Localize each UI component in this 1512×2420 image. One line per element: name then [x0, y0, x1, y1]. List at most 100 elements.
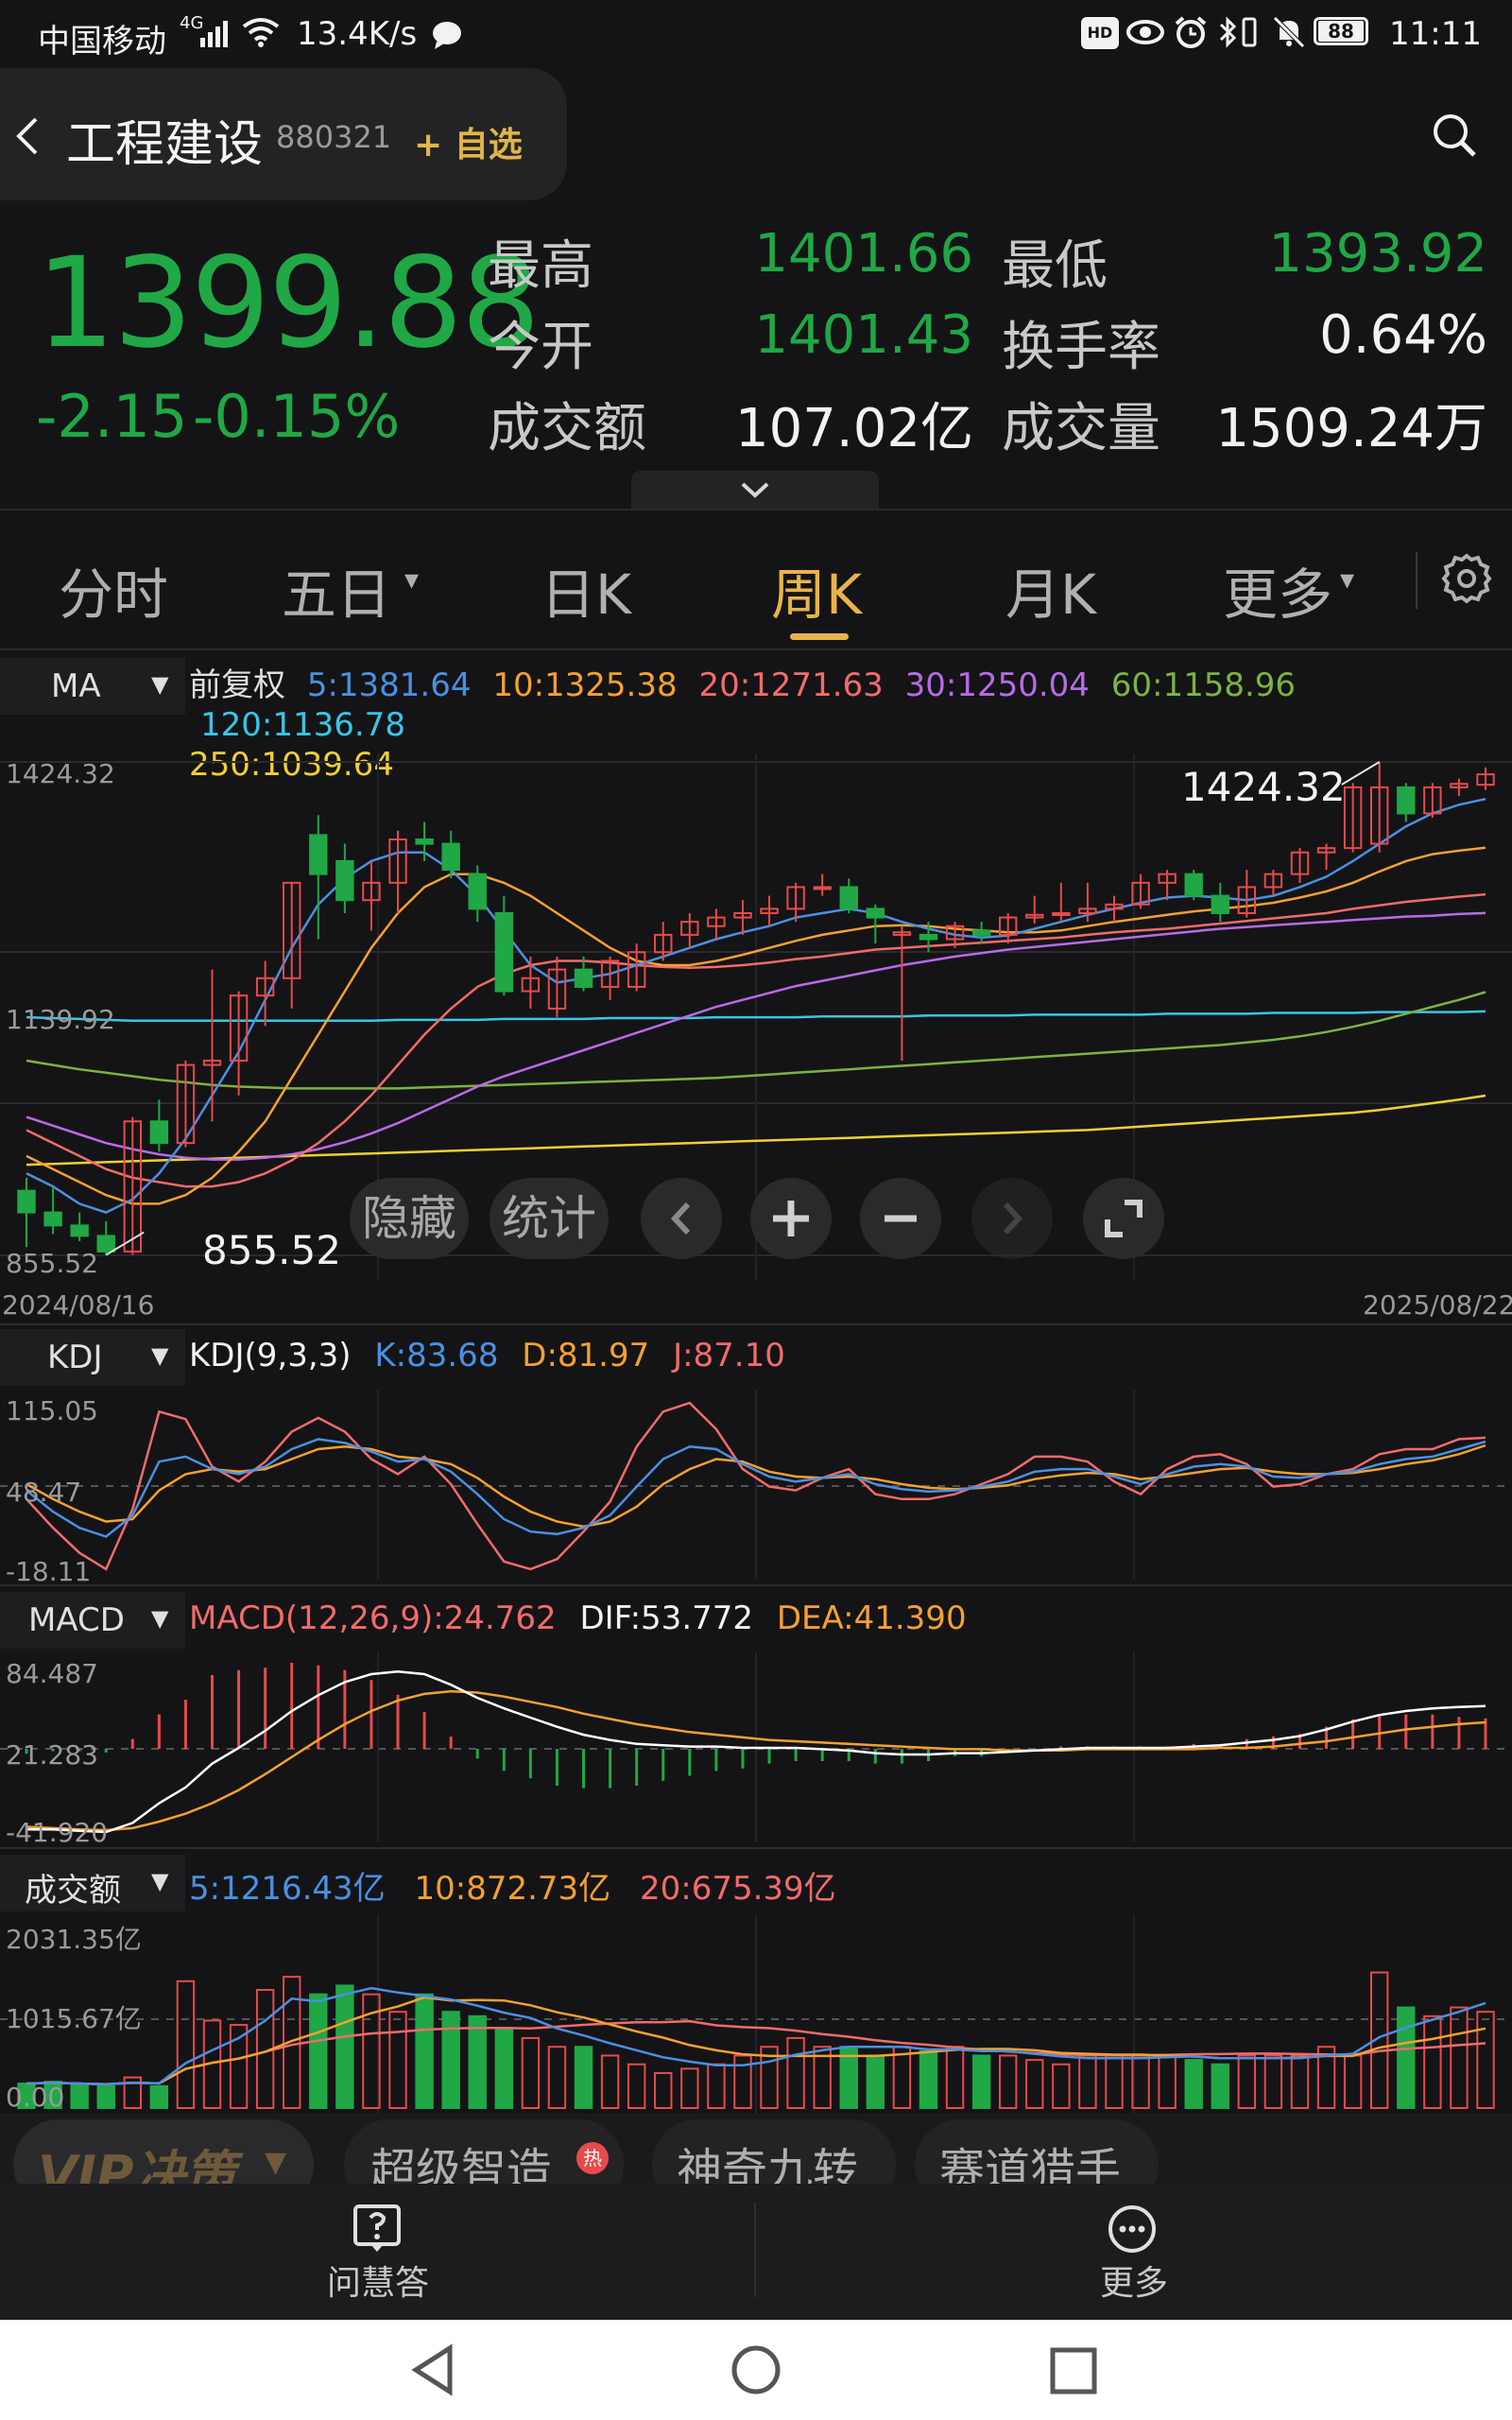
kdj-selector-label: KDJ	[47, 1339, 103, 1376]
ma30-value: 30:1250.04	[904, 666, 1090, 704]
amount-bar	[654, 2071, 673, 2109]
amount-selector[interactable]: 成交额 ▼	[0, 1855, 185, 1911]
amount-bar	[1263, 2054, 1283, 2110]
stats-button[interactable]: 统计	[490, 1178, 609, 1259]
low-label: 最低	[1002, 235, 1108, 297]
feature-magic-nine[interactable]: 神奇九转	[652, 2119, 896, 2184]
fullscreen-icon	[1105, 1200, 1143, 1237]
expand-handle[interactable]	[631, 471, 879, 509]
divider	[1416, 552, 1418, 609]
amount-label: 成交额	[488, 398, 646, 459]
amount-ma10: 10:872.73亿	[414, 1870, 611, 1908]
tab-five-day[interactable]: 五日	[282, 550, 391, 630]
zoom-out-button[interactable]	[860, 1178, 941, 1259]
turnover-rate-value: 0.64%	[1319, 304, 1487, 366]
scroll-right-button[interactable]	[971, 1178, 1053, 1259]
kdj-selector[interactable]: KDJ ▼	[0, 1329, 185, 1386]
amount-bar	[1237, 2054, 1257, 2110]
amount-bar	[919, 2049, 938, 2109]
amount-bar	[786, 2036, 805, 2109]
min-price-label: 855.52	[202, 1227, 341, 1273]
feature-super-manufacturing[interactable]: 超级智造 热	[344, 2119, 624, 2184]
amount-bar	[892, 2046, 912, 2109]
scroll-left-button[interactable]	[641, 1178, 722, 1259]
search-icon[interactable]	[1431, 112, 1478, 159]
macd-chart[interactable]: 84.487 21.283 -41.920	[0, 1652, 1512, 1848]
add-favorite-button[interactable]: + 自选	[414, 117, 523, 166]
candle-body	[468, 873, 487, 910]
more-button[interactable]: 更多	[1040, 2193, 1228, 2310]
chevron-down-icon	[739, 478, 771, 501]
tab-more-dropdown-icon: ▾	[1340, 563, 1355, 596]
nav-recents-icon[interactable]	[1047, 2342, 1100, 2397]
message-icon	[431, 21, 463, 49]
divider	[0, 1584, 1512, 1586]
dropdown-icon: ▼	[151, 1868, 169, 1894]
macd-y-mid: 21.283	[6, 1739, 98, 1771]
amount-y-top: 2031.35亿	[6, 1924, 142, 1955]
eye-icon	[1126, 17, 1164, 47]
amount-bar	[494, 2028, 514, 2109]
price-change-pct: -0.15%	[193, 382, 401, 451]
tab-daily-k[interactable]: 日K	[541, 550, 631, 630]
divider	[0, 1847, 1512, 1849]
kline-chart[interactable]: 1424.32 1139.92 855.52 1424.32 855.52 隐藏…	[0, 754, 1512, 1280]
divider	[0, 1323, 1512, 1325]
battery-icon: 88	[1314, 17, 1368, 45]
quote-panel: 1399.88 -2.15 -0.15% 最高 1401.66 最低 1393.…	[0, 208, 1512, 510]
ma60-value: 60:1158.96	[1110, 666, 1297, 704]
feature-label: 赛道猎手	[939, 2144, 1122, 2184]
candle-body	[415, 838, 434, 845]
back-icon[interactable]	[13, 115, 42, 157]
fullscreen-button[interactable]	[1083, 1178, 1164, 1259]
tab-monthly-k[interactable]: 月K	[1005, 550, 1096, 630]
amount-bar	[866, 2054, 885, 2110]
amount-chart[interactable]: 2031.35亿 1015.67亿 0.00	[0, 1915, 1512, 2114]
kline-y-bottom: 855.52	[6, 1248, 98, 1279]
macd-selector[interactable]: MACD ▼	[0, 1592, 185, 1649]
date-start: 2024/08/16	[2, 1289, 155, 1321]
ma120-value: 120:1136.78	[200, 706, 405, 744]
kdj-y-top: 115.05	[6, 1395, 98, 1426]
macd-legend: MACD(12,26,9):24.762 DIF:53.772 DEA:41.3…	[189, 1599, 967, 1637]
amount-bar	[574, 2046, 593, 2109]
candle-body	[441, 842, 460, 872]
amount-bar	[1476, 2011, 1495, 2109]
divider	[0, 509, 1512, 510]
tab-more[interactable]: 更多	[1223, 550, 1332, 630]
amount-bar	[547, 2046, 567, 2109]
feature-label: 神奇九转	[677, 2144, 859, 2184]
volume-label: 成交量	[1002, 398, 1160, 459]
amount-bar	[335, 1984, 354, 2109]
max-pointer	[1341, 761, 1381, 786]
zoom-in-button[interactable]	[750, 1178, 832, 1259]
feature-track-hunter[interactable]: 赛道猎手	[915, 2119, 1159, 2184]
amount-bar	[680, 2067, 699, 2109]
amount-svg	[0, 1915, 1512, 2114]
amount-legend: 5:1216.43亿 10:872.73亿 20:675.39亿	[189, 1862, 836, 1909]
more-label: 更多	[1100, 2264, 1169, 2303]
low-value: 1393.92	[1268, 223, 1487, 285]
kdj-d: D:81.97	[522, 1337, 650, 1374]
tab-weekly-k[interactable]: 周K	[771, 550, 862, 630]
kdj-y-mid: 48.47	[6, 1477, 82, 1508]
vip-decision-button[interactable]: VIP决策 ▼	[13, 2119, 314, 2184]
amount-bar	[945, 2046, 965, 2109]
ma-selector[interactable]: MA ▼	[0, 658, 185, 715]
ma10-value: 10:1325.38	[492, 666, 678, 704]
ask-ai-button[interactable]: 问慧答	[284, 2193, 472, 2310]
nav-back-icon[interactable]	[408, 2342, 459, 2397]
amount-bar	[1078, 2054, 1097, 2110]
amount-bar	[1211, 2063, 1229, 2110]
amount-bar	[707, 2063, 726, 2110]
hide-button[interactable]: 隐藏	[350, 1178, 469, 1259]
settings-gear-icon[interactable]	[1440, 552, 1493, 605]
amount-bar	[468, 2014, 487, 2109]
kdj-chart[interactable]: 115.05 48.47 -18.11	[0, 1390, 1512, 1587]
kdj-j: J:87.10	[673, 1337, 785, 1374]
amount-ma20: 20:675.39亿	[640, 1870, 836, 1908]
nav-home-icon[interactable]	[730, 2342, 782, 2397]
vibrate-icon	[1240, 17, 1259, 47]
tab-intraday[interactable]: 分时	[59, 550, 168, 630]
chevron-left-icon	[670, 1201, 691, 1236]
